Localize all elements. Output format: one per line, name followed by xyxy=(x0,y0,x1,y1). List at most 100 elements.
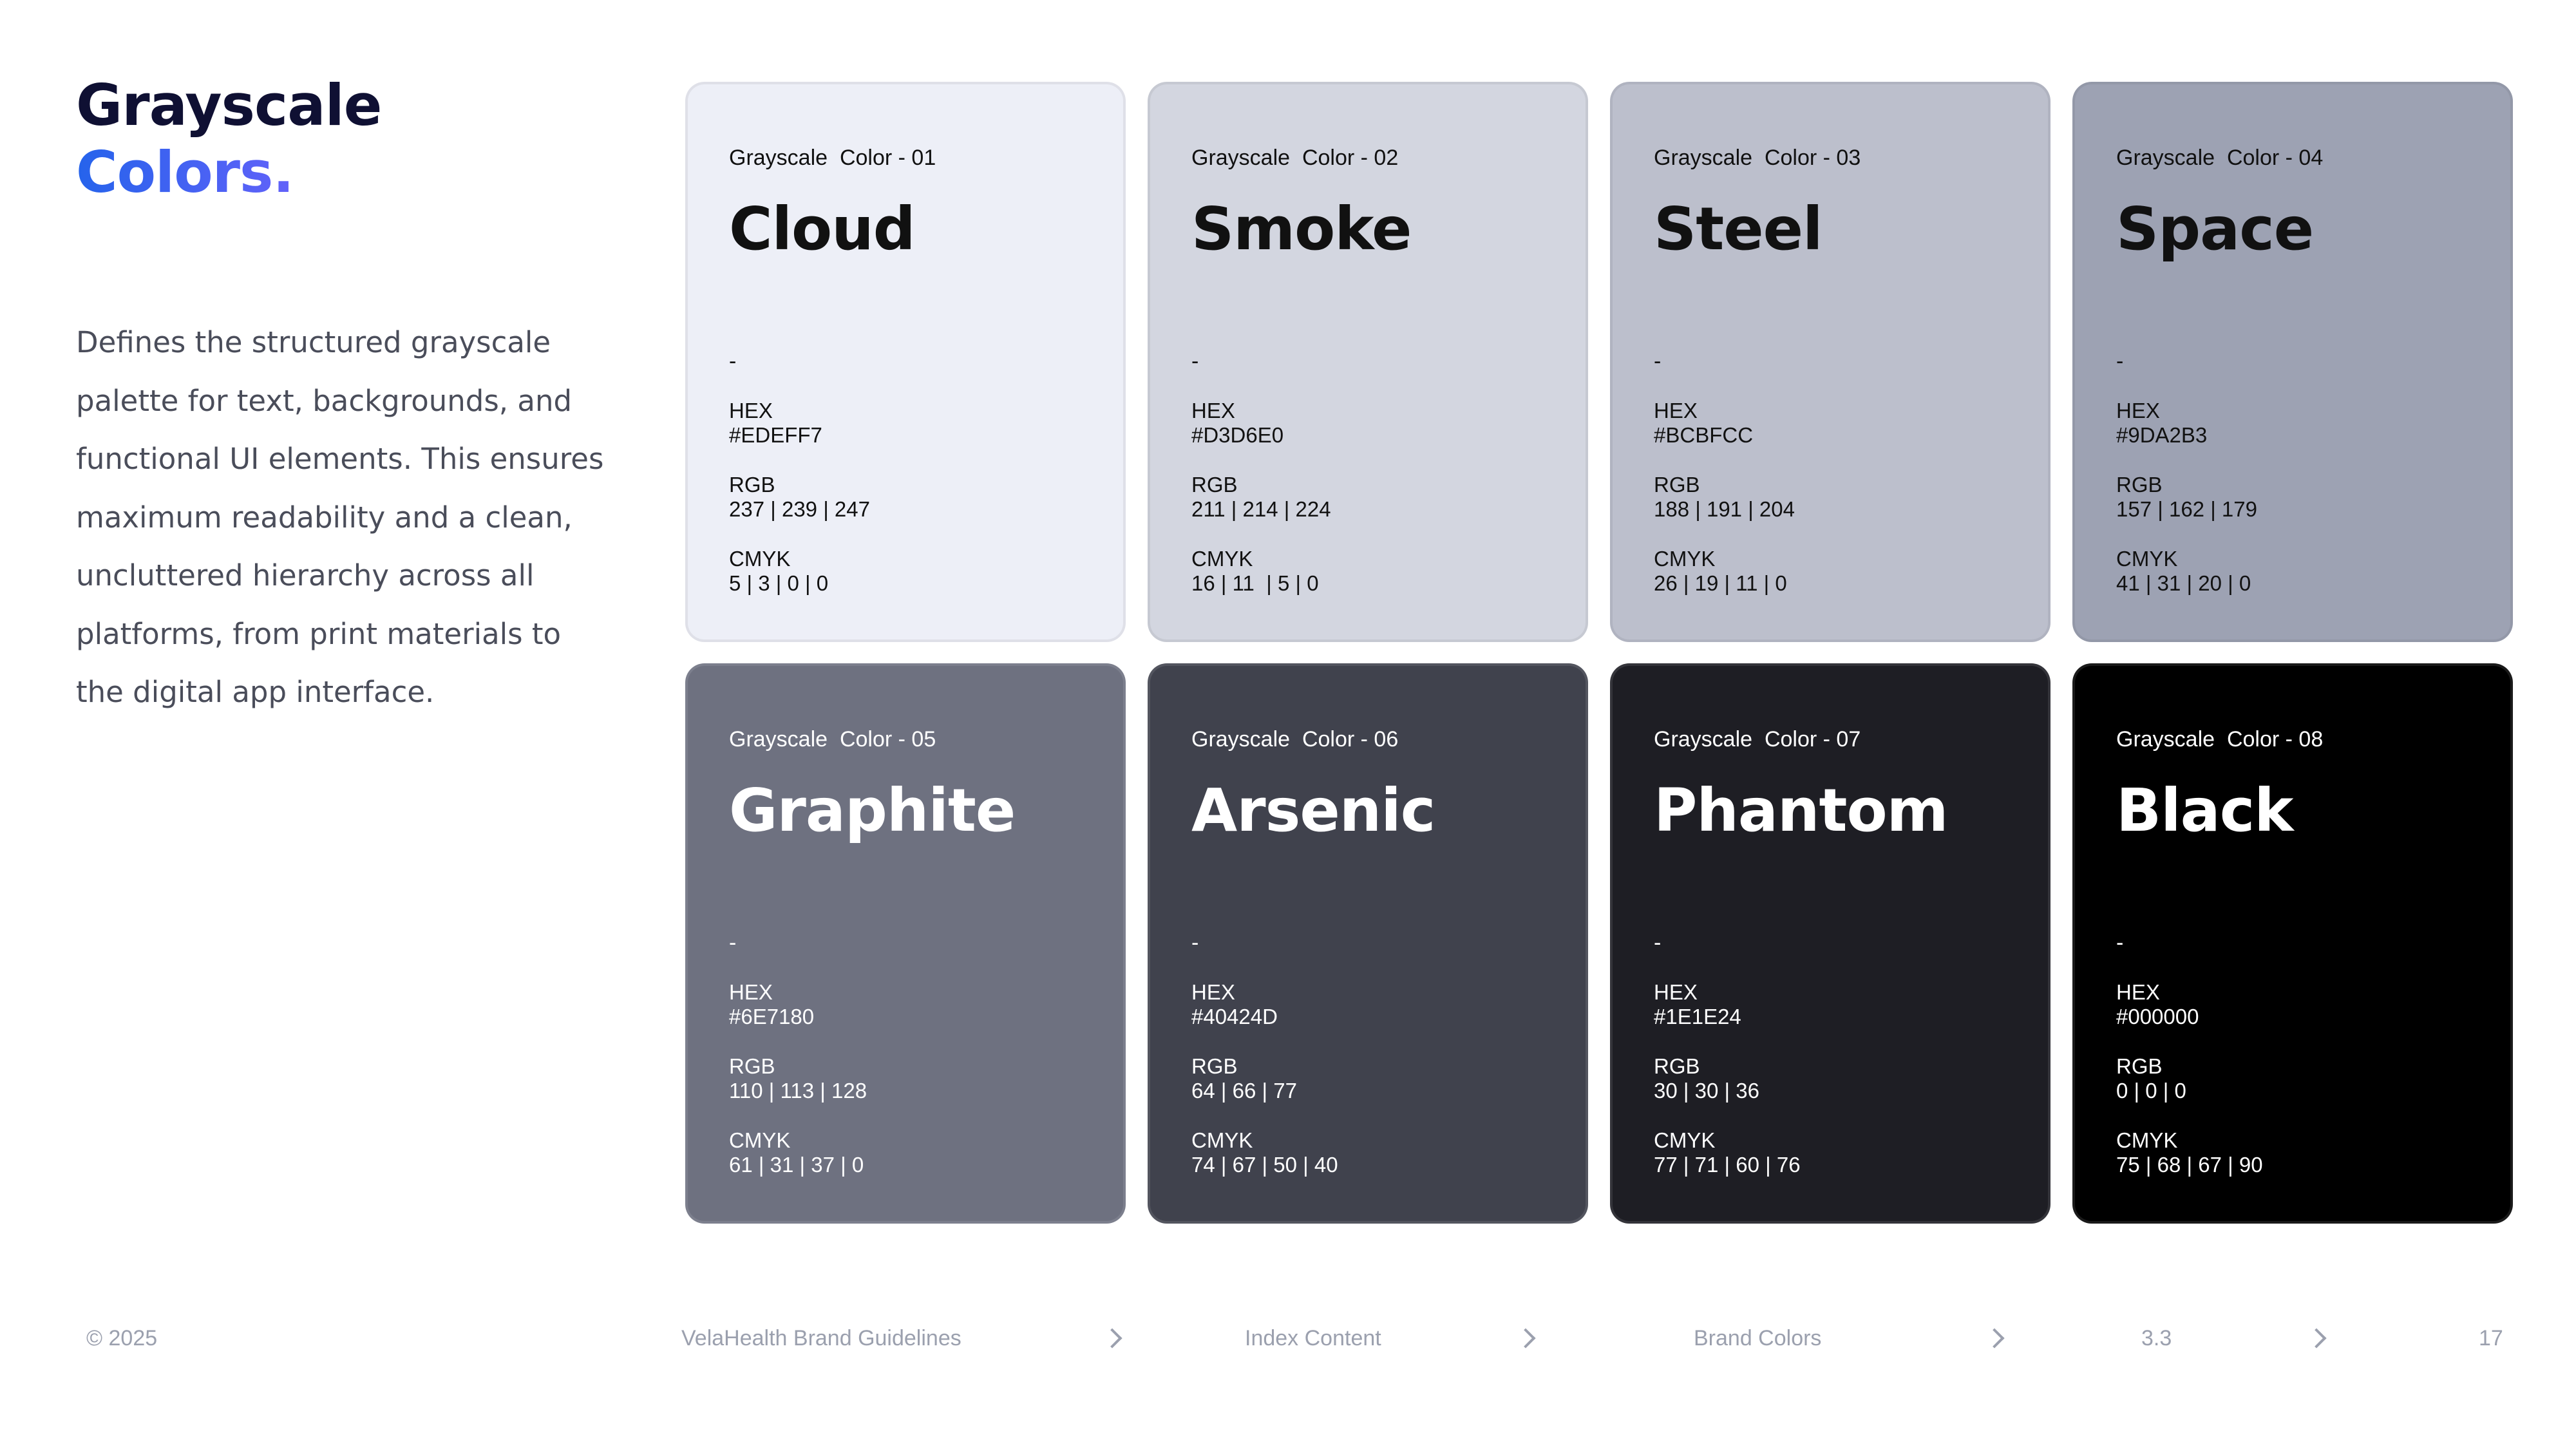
color-card-name: Space xyxy=(2116,194,2314,263)
page-title-line2: Colors. xyxy=(76,139,381,206)
rgb-label: RGB xyxy=(2116,473,2163,497)
color-card-label: Grayscale Color - 03 xyxy=(1654,146,1861,170)
color-card-name: Smoke xyxy=(1191,194,1412,263)
cmyk-spec: CMYK 61 | 31 | 37 | 0 xyxy=(729,1128,867,1177)
chevron-right-icon xyxy=(1102,1328,1122,1349)
cmyk-spec: CMYK 26 | 19 | 11 | 0 xyxy=(1654,547,1795,596)
hex-value: #EDEFF7 xyxy=(729,423,822,447)
color-card-specs: HEX #1E1E24 RGB 30 | 30 | 36 CMYK 77 | 71 |… xyxy=(1654,980,1801,1202)
hex-spec: HEX #1E1E24 xyxy=(1654,980,1801,1029)
cmyk-label: CMYK xyxy=(729,547,791,571)
hex-label: HEX xyxy=(1191,399,1235,422)
color-card-name: Cloud xyxy=(729,194,916,263)
hex-label: HEX xyxy=(1654,399,1698,422)
chevron-right-icon xyxy=(2306,1328,2327,1349)
page-title-line1: Grayscale xyxy=(76,72,382,138)
color-card: Grayscale Color - 05 Graphite - HEX #6E71… xyxy=(685,663,1126,1224)
rgb-spec: RGB 237 | 239 | 247 xyxy=(729,473,870,522)
color-card: Grayscale Color - 07 Phantom - HEX #1E1E2… xyxy=(1610,663,2050,1224)
rgb-value: 157 | 162 | 179 xyxy=(2116,497,2257,521)
rgb-spec: RGB 211 | 214 | 224 xyxy=(1191,473,1331,522)
hex-spec: HEX #6E7180 xyxy=(729,980,867,1029)
color-card: Grayscale Color - 06 Arsenic - HEX #40424… xyxy=(1148,663,1588,1224)
rgb-label: RGB xyxy=(1654,1054,1700,1078)
footer-copyright: © 2025 xyxy=(86,1326,158,1350)
hex-label: HEX xyxy=(729,980,773,1004)
cmyk-value: 74 | 67 | 50 | 40 xyxy=(1191,1153,1338,1177)
cmyk-value: 5 | 3 | 0 | 0 xyxy=(729,571,829,595)
rgb-label: RGB xyxy=(1191,473,1238,497)
page-title: Grayscale Colors. xyxy=(76,72,382,206)
cmyk-spec: CMYK 77 | 71 | 60 | 76 xyxy=(1654,1128,1801,1177)
rgb-value: 110 | 113 | 128 xyxy=(729,1079,867,1103)
cmyk-spec: CMYK 5 | 3 | 0 | 0 xyxy=(729,547,870,596)
cmyk-spec: CMYK 74 | 67 | 50 | 40 xyxy=(1191,1128,1338,1177)
color-card-specs: HEX #9DA2B3 RGB 157 | 162 | 179 CMYK 41 | 3… xyxy=(2116,399,2257,621)
footer-doc-title[interactable]: VelaHealth Brand Guidelines xyxy=(681,1322,961,1354)
color-card-divider: - xyxy=(2116,931,2124,955)
cmyk-value: 75 | 68 | 67 | 90 xyxy=(2116,1153,2263,1177)
rgb-label: RGB xyxy=(729,1054,775,1078)
cmyk-label: CMYK xyxy=(1191,1128,1253,1152)
chevron-right-icon xyxy=(1515,1328,1536,1349)
color-card-label: Grayscale Color - 04 xyxy=(2116,146,2324,170)
rgb-spec: RGB 110 | 113 | 128 xyxy=(729,1054,867,1103)
hex-spec: HEX #EDEFF7 xyxy=(729,399,870,448)
hex-value: #BCBFCC xyxy=(1654,423,1754,447)
color-card-divider: - xyxy=(1654,349,1662,374)
rgb-value: 0 | 0 | 0 xyxy=(2116,1079,2186,1103)
hex-spec: HEX #000000 xyxy=(2116,980,2263,1029)
color-card-grid: Grayscale Color - 01 Cloud - HEX #EDEFF7 … xyxy=(685,82,2514,1224)
color-card-name: Arsenic xyxy=(1191,776,1435,845)
color-card-divider: - xyxy=(729,349,737,374)
page-description: Defines the structured grayscale palette… xyxy=(76,325,604,709)
hex-value: #9DA2B3 xyxy=(2116,423,2208,447)
rgb-spec: RGB 64 | 66 | 77 xyxy=(1191,1054,1338,1103)
color-card: Grayscale Color - 03 Steel - HEX #BCBFCC … xyxy=(1610,82,2050,642)
color-card-label: Grayscale Color - 08 xyxy=(2116,727,2324,752)
cmyk-value: 61 | 31 | 37 | 0 xyxy=(729,1153,864,1177)
cmyk-value: 41 | 31 | 20 | 0 xyxy=(2116,571,2251,595)
color-card-specs: HEX #BCBFCC RGB 188 | 191 | 204 CMYK 26 | 1… xyxy=(1654,399,1795,621)
hex-spec: HEX #9DA2B3 xyxy=(2116,399,2257,448)
color-card-label: Grayscale Color - 02 xyxy=(1191,146,1399,170)
color-card: Grayscale Color - 01 Cloud - HEX #EDEFF7 … xyxy=(685,82,1126,642)
hex-label: HEX xyxy=(2116,399,2160,422)
cmyk-label: CMYK xyxy=(729,1128,791,1152)
hex-value: #1E1E24 xyxy=(1654,1005,1741,1028)
color-card-specs: HEX #D3D6E0 RGB 211 | 214 | 224 CMYK 16 | 1… xyxy=(1191,399,1331,621)
rgb-label: RGB xyxy=(1654,473,1700,497)
rgb-label: RGB xyxy=(729,473,775,497)
color-card-name: Graphite xyxy=(729,776,1016,845)
rgb-value: 211 | 214 | 224 xyxy=(1191,497,1331,521)
hex-spec: HEX #BCBFCC xyxy=(1654,399,1795,448)
hex-value: #6E7180 xyxy=(729,1005,815,1028)
rgb-label: RGB xyxy=(1191,1054,1238,1078)
hex-spec: HEX #40424D xyxy=(1191,980,1338,1029)
rgb-spec: RGB 0 | 0 | 0 xyxy=(2116,1054,2263,1103)
rgb-spec: RGB 188 | 191 | 204 xyxy=(1654,473,1795,522)
hex-value: #000000 xyxy=(2116,1005,2199,1028)
color-card-divider: - xyxy=(2116,349,2124,374)
cmyk-spec: CMYK 75 | 68 | 67 | 90 xyxy=(2116,1128,2263,1177)
cmyk-value: 26 | 19 | 11 | 0 xyxy=(1654,571,1787,595)
color-card-label: Grayscale Color - 07 xyxy=(1654,727,1861,752)
hex-value: #40424D xyxy=(1191,1005,1278,1028)
cmyk-label: CMYK xyxy=(1654,1128,1716,1152)
footer-subsection[interactable]: Brand Colors xyxy=(1694,1322,1821,1354)
rgb-spec: RGB 30 | 30 | 36 xyxy=(1654,1054,1801,1103)
cmyk-label: CMYK xyxy=(2116,1128,2178,1152)
color-card-name: Black xyxy=(2116,776,2293,845)
color-card-divider: - xyxy=(1654,931,1662,955)
color-card-divider: - xyxy=(1191,349,1199,374)
chevron-right-icon xyxy=(1984,1328,2005,1349)
footer-section[interactable]: Index Content xyxy=(1245,1322,1381,1354)
rgb-value: 64 | 66 | 77 xyxy=(1191,1079,1297,1103)
page-footer: © 2025 VelaHealth Brand Guidelines Index… xyxy=(0,1322,2576,1354)
color-card-label: Grayscale Color - 06 xyxy=(1191,727,1399,752)
color-card-specs: HEX #40424D RGB 64 | 66 | 77 CMYK 74 | 67 |… xyxy=(1191,980,1338,1202)
hex-label: HEX xyxy=(2116,980,2160,1004)
cmyk-label: CMYK xyxy=(1191,547,1253,571)
rgb-value: 188 | 191 | 204 xyxy=(1654,497,1795,521)
color-card-specs: HEX #EDEFF7 RGB 237 | 239 | 247 CMYK 5 | 3 … xyxy=(729,399,870,621)
